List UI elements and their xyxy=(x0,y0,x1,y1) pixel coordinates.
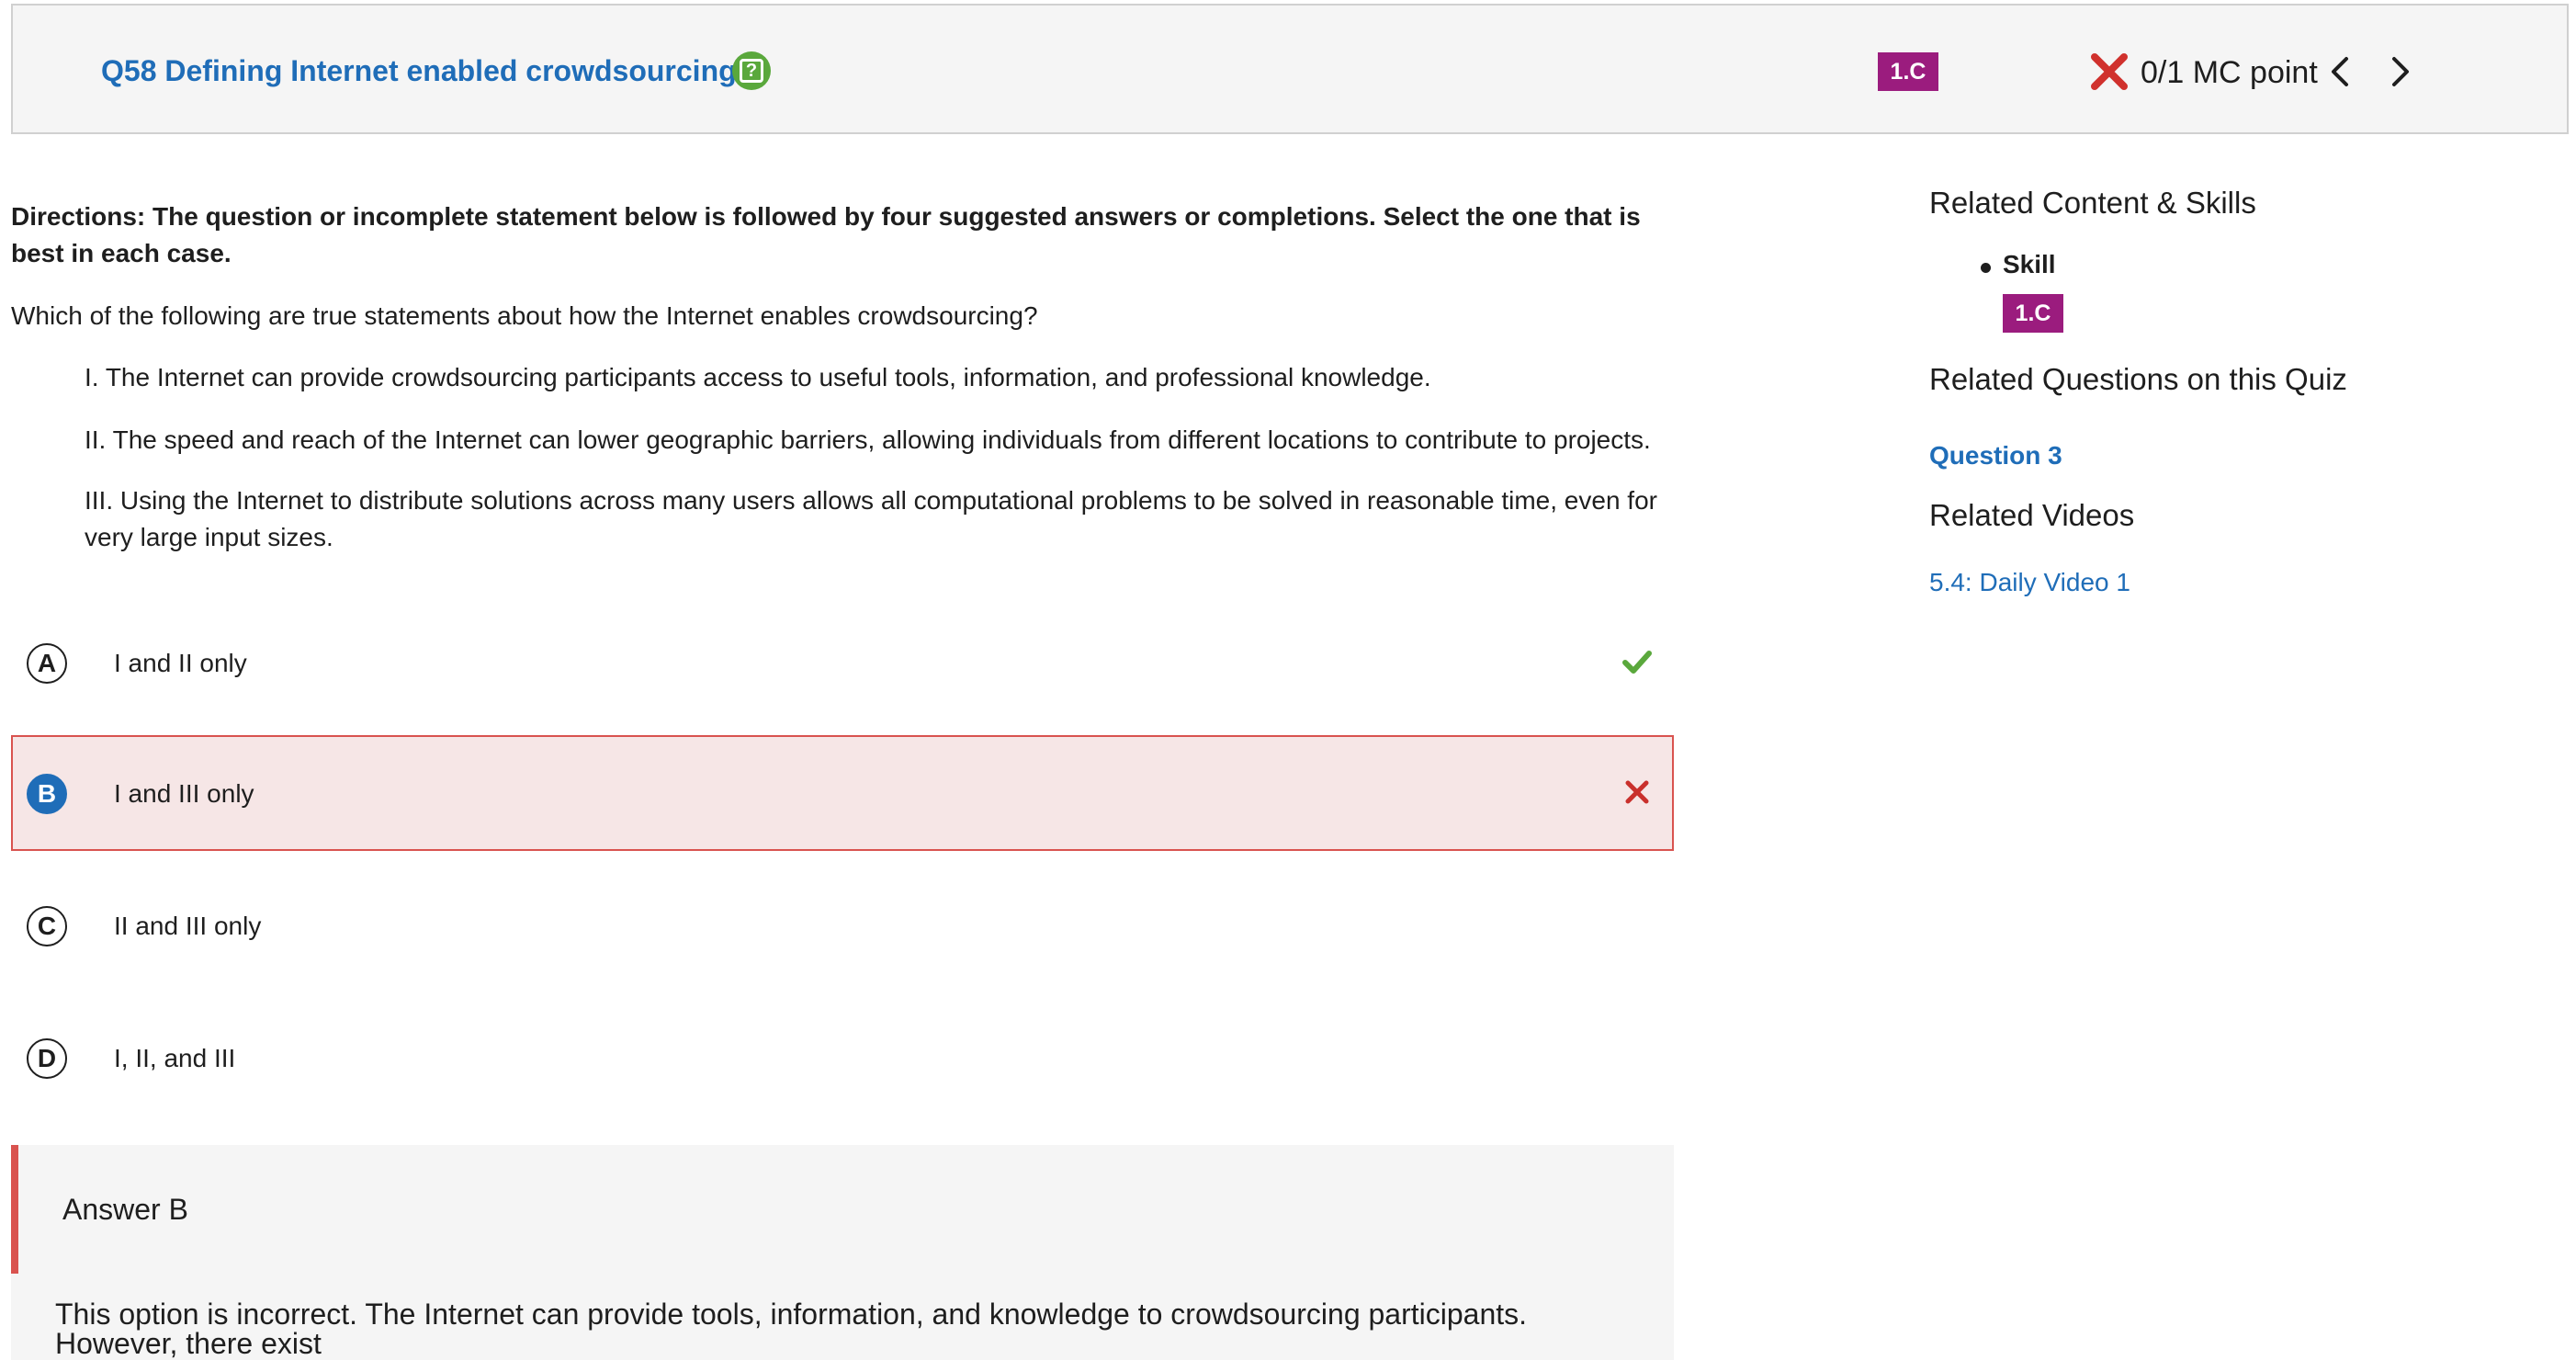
statement-3: III. Using the Internet to distribute so… xyxy=(85,486,1657,551)
explanation-title: Answer B xyxy=(62,1193,188,1226)
sidebar-skill-badge[interactable]: 1.C xyxy=(2003,294,2063,333)
help-icon[interactable]: ? xyxy=(732,51,771,90)
answer-option-d[interactable]: D I, II, and III xyxy=(11,1000,1674,1116)
chevron-left-icon[interactable] xyxy=(2322,53,2359,90)
question-header: Q58 Defining Internet enabled crowdsourc… xyxy=(11,4,2569,134)
bullet-icon xyxy=(1981,263,1991,273)
explanation-text: This option is incorrect. The Internet c… xyxy=(55,1298,1528,1360)
option-letter: B xyxy=(27,774,67,814)
incorrect-x-icon xyxy=(2091,53,2128,90)
option-text: I and II only xyxy=(114,649,247,677)
close-x-icon xyxy=(1625,780,1649,804)
chevron-right-icon[interactable] xyxy=(2381,53,2418,90)
question-stem: Which of the following are true statemen… xyxy=(11,301,1038,330)
option-letter: A xyxy=(27,643,67,684)
answer-option-a[interactable]: A I and II only xyxy=(11,605,1674,720)
question-title[interactable]: Q58 Defining Internet enabled crowdsourc… xyxy=(101,54,737,88)
related-question-link[interactable]: Question 3 xyxy=(1929,441,2062,470)
option-text: I, II, and III xyxy=(114,1044,236,1072)
statement-2: II. The speed and reach of the Internet … xyxy=(85,425,1651,454)
related-questions-heading: Related Questions on this Quiz xyxy=(1929,362,2347,396)
related-videos-heading: Related Videos xyxy=(1929,498,2135,532)
related-video-link[interactable]: 5.4: Daily Video 1 xyxy=(1929,568,2130,597)
incorrect-accent-bar xyxy=(11,1145,18,1274)
answer-option-b[interactable]: B I and III only xyxy=(11,735,1674,851)
option-letter: D xyxy=(27,1038,67,1079)
checkmark-icon xyxy=(1622,651,1652,674)
related-content-heading: Related Content & Skills xyxy=(1929,186,2256,220)
option-text: II and III only xyxy=(114,912,262,940)
statement-1: I. The Internet can provide crowdsourcin… xyxy=(85,363,1431,391)
directions-text: Directions: The question or incomplete s… xyxy=(11,202,1641,267)
skill-label: Skill xyxy=(2003,250,2056,278)
skill-badge: 1.C xyxy=(1878,52,1938,91)
option-letter: C xyxy=(27,906,67,946)
answer-option-c[interactable]: C II and III only xyxy=(11,867,1674,983)
option-text: I and III only xyxy=(114,779,254,808)
score-text: 0/1 MC point xyxy=(2141,55,2318,90)
answer-explanation: Answer B This option is incorrect. The I… xyxy=(11,1145,1674,1360)
